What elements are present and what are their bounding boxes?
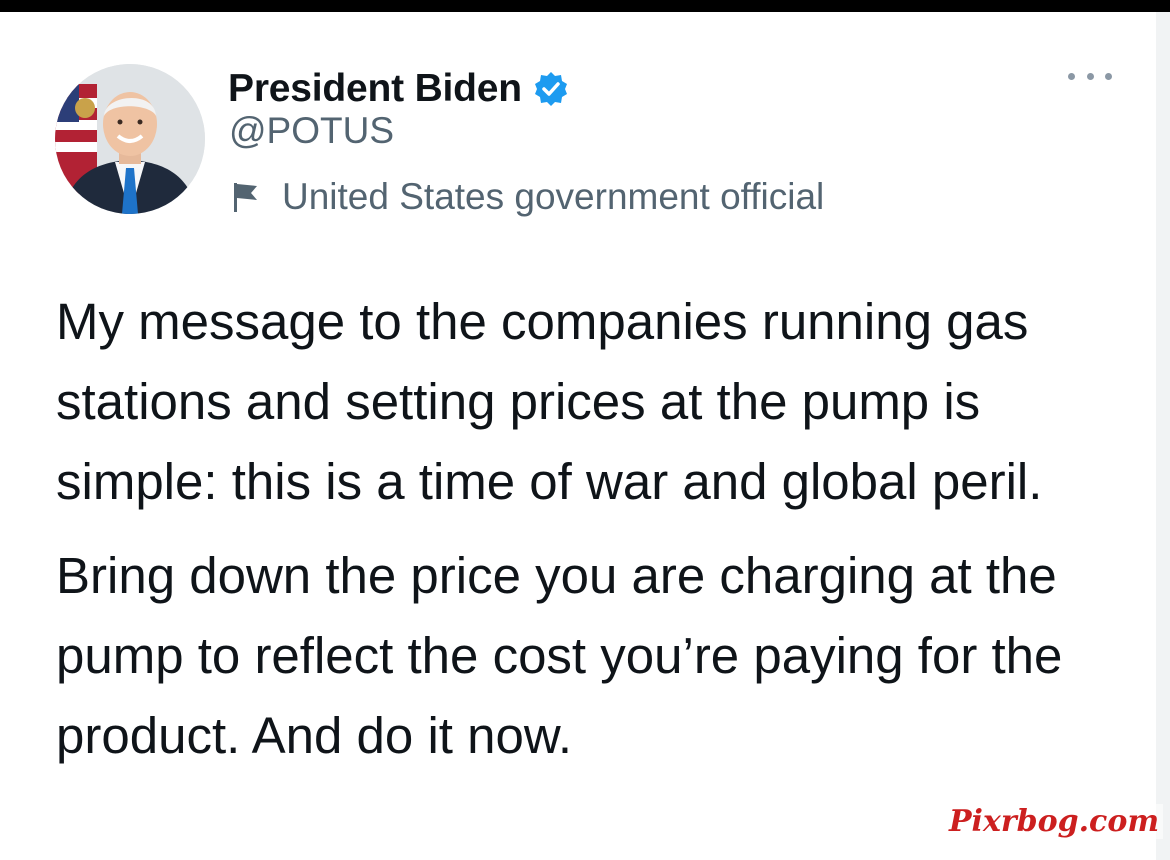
more-options-icon[interactable] <box>1068 70 1112 82</box>
flag-icon <box>232 180 260 214</box>
tweet-paragraph: My message to the companies running gas … <box>56 293 1043 510</box>
author-handle[interactable]: @POTUS <box>229 110 394 152</box>
account-label-text: United States government official <box>282 176 825 217</box>
more-dot <box>1086 72 1094 80</box>
avatar[interactable] <box>55 64 205 214</box>
more-dot <box>1068 72 1075 80</box>
card-edge <box>1156 12 1170 860</box>
tweet-paragraph: Bring down the price you are charging at… <box>56 547 1063 764</box>
verified-badge-icon <box>532 70 570 108</box>
tweet-card: President Biden @POTUS United States gov… <box>0 12 1170 860</box>
author-display-name[interactable]: President Biden <box>228 67 522 111</box>
tweet-text: My message to the companies running gas … <box>56 282 1126 776</box>
watermark: Pixrbog.com <box>945 804 1164 839</box>
account-label[interactable]: United States government official <box>232 176 824 218</box>
more-dot <box>1105 72 1112 80</box>
author-name-row: President Biden <box>228 64 570 114</box>
avatar-photo <box>55 64 205 214</box>
